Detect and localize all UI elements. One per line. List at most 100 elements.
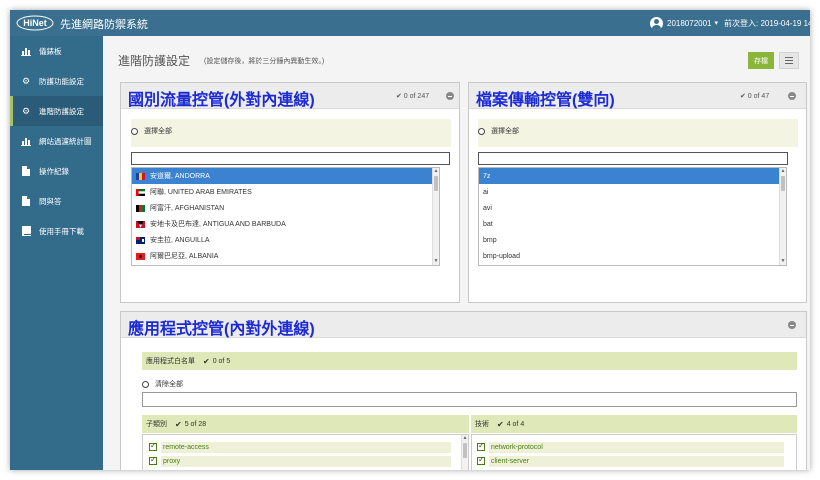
gear-icon: ⚙ [21,75,31,86]
list-item[interactable]: bmp [479,232,786,248]
scroll-down-icon[interactable]: ▼ [433,258,439,265]
clear-all-option[interactable]: 清除全部 [142,379,183,389]
technology-checkbox-row[interactable]: network-protocol [477,440,796,454]
list-item[interactable]: 7z [479,168,786,184]
sidebar-item-label: 網站過濾統計圖 [39,136,92,146]
list-item-label: bmp [483,236,497,244]
check-icon: ✔ [175,419,182,429]
flag-uae-icon [136,188,145,196]
sidebar-item-label: 使用手冊下載 [39,226,84,236]
listbox-scrollbar[interactable]: ▲ ▼ [779,168,786,265]
page-title: 進階防護設定 [118,54,191,68]
select-all-option[interactable]: 選擇全部 [131,126,172,136]
list-item-label: bmp-upload [483,252,520,260]
book-icon [21,226,31,236]
technology-list: network-protocol client-server peer-to-p… [471,434,797,470]
sidebar-item-advanced-settings[interactable]: ⚙ 進階防護設定 [10,96,103,126]
main-content: 進階防護設定 (設定儲存後，將於三分鐘內異動生效。) 存檔 國別流量控管(外對內… [103,36,810,470]
list-item[interactable]: bat [479,216,786,232]
listbox-scrollbar[interactable]: ▲ ▼ [432,168,439,265]
subcategory-checkbox-row[interactable]: remote-access [149,440,468,454]
application-control-panel: 應用程式控管(內對外連線) 應用程式白名單 ✔ 0 of 5 清除全部 子類別 … [120,311,807,470]
panel-header: 檔案傳輸控管(雙向) ✔ 0 of 47 [469,83,806,109]
list-item-label: 安地卡及巴布達, ANTIGUA AND BARBUDA [150,221,286,228]
list-item[interactable]: 安圭拉, ANGUILLA [132,232,439,248]
sidebar-item-label: 儀錶板 [39,46,62,56]
checkbox-checked-icon[interactable] [477,455,485,465]
user-menu[interactable]: 2018072001 ▾ 前次登入: 2019-04-19 14:03:18 [650,15,810,31]
list-item-label: bat [483,220,493,228]
technology-checkbox-row[interactable]: client-server [477,454,796,468]
checkbox-checked-icon[interactable] [477,441,485,451]
checkbox-checked-icon[interactable] [149,455,157,465]
whitelist-count: 0 of 5 [212,357,231,365]
collapse-icon[interactable] [788,321,796,329]
list-item[interactable]: ai [479,184,786,200]
list-item[interactable]: 阿聯, UNITED ARAB EMIRATES [132,184,439,200]
list-item[interactable]: 安道爾, ANDORRA [132,168,439,184]
check-icon: ✔ [497,419,504,429]
flag-albania-icon [136,252,145,260]
list-item[interactable]: bmp-upload [479,248,786,264]
sidebar-item-label: 進階防護設定 [39,106,84,116]
chevron-down-icon[interactable]: ▾ [715,19,719,27]
scroll-up-icon[interactable]: ▲ [433,168,439,175]
scroll-up-icon[interactable]: ▲ [462,435,468,442]
checkbox-checked-icon[interactable] [149,441,157,451]
technology-checkbox-row[interactable]: peer-to-peer [477,468,796,470]
list-item[interactable]: 阿富汗, AFGHANISTAN [132,200,439,216]
list-item[interactable]: avi [479,200,786,216]
flag-afghanistan-icon [136,204,145,212]
sidebar-item-protection-settings[interactable]: ⚙ 防護功能設定 [10,66,103,96]
file-type-listbox[interactable]: 7z ai avi bat bmp bmp-upload ▲ ▼ [478,167,787,266]
app-whitelist-bar[interactable]: 應用程式白名單 ✔ 0 of 5 [142,352,797,370]
scroll-up-icon[interactable]: ▲ [780,168,786,175]
list-item-label: avi [483,204,492,212]
subcategory-label: 子類別 [146,421,167,428]
country-search-input[interactable] [131,152,450,165]
file-search-input[interactable] [478,152,788,165]
flag-anguilla-icon [136,236,145,244]
technology-label: peer-to-peer [489,469,784,470]
list-item-label: 阿富汗, AFGHANISTAN [150,205,225,212]
subcategory-checkbox-row[interactable]: proxy [149,454,468,468]
select-all-label: 選擇全部 [491,128,519,135]
flag-antigua-icon [136,220,145,228]
sidebar-item-web-filter-stats[interactable]: 網站過濾統計圖 [10,126,103,156]
panel-header: 應用程式控管(內對外連線) [121,312,806,338]
list-item[interactable]: 安地卡及巴布達, ANTIGUA AND BARBUDA [132,216,439,232]
top-bar: HiNet 先進網路防禦系統 2018072001 ▾ 前次登入: 2019-0… [10,10,810,36]
subcategory-count: 5 of 28 [184,420,207,428]
list-menu-button[interactable] [779,52,799,69]
document-icon [21,166,31,176]
technology-label: client-server [489,455,784,467]
country-listbox[interactable]: 安道爾, ANDORRA 阿聯, UNITED ARAB EMIRATES 阿富… [131,167,440,266]
list-item-label: 阿爾巴尼亞, ALBANIA [150,253,219,260]
page-note: (設定儲存後，將於三分鐘內異動生效。) [204,58,325,65]
collapse-icon[interactable] [446,92,454,100]
sidebar-item-faq[interactable]: 問與答 [10,186,103,216]
flag-andorra-icon [136,172,145,180]
panel-title: 檔案傳輸控管(雙向) [476,92,615,109]
select-all-option[interactable]: 選擇全部 [478,126,519,136]
radio-icon [131,127,138,135]
app-window: HiNet 先進網路防禦系統 2018072001 ▾ 前次登入: 2019-0… [10,10,810,470]
sidebar-item-manual-download[interactable]: 使用手冊下載 [10,216,103,246]
sidebar: 儀錶板 ⚙ 防護功能設定 ⚙ 進階防護設定 網站過濾統計圖 操作紀錄 問與答 使… [10,36,103,470]
clear-all-label: 清除全部 [155,381,183,388]
last-login-time: 前次登入: 2019-04-19 14:03:18 [724,18,810,28]
subcategory-scrollbar[interactable]: ▲ [461,435,468,470]
app-search-input[interactable] [142,392,797,407]
subcategory-header[interactable]: 子類別 ✔ 5 of 28 [142,415,469,433]
technology-header[interactable]: 技術 ✔ 4 of 4 [471,415,797,433]
sidebar-item-dashboard[interactable]: 儀錶板 [10,36,103,66]
collapse-icon[interactable] [788,92,796,100]
hinet-logo: HiNet [16,15,54,31]
subcategory-checkbox-row[interactable]: encrypted-tunnel [149,468,468,470]
app-title: 先進網路防禦系統 [60,19,148,31]
document-icon [21,196,31,206]
save-button[interactable]: 存檔 [748,52,774,69]
list-item[interactable]: 阿爾巴尼亞, ALBANIA [132,248,439,264]
sidebar-item-operation-log[interactable]: 操作紀錄 [10,156,103,186]
scroll-down-icon[interactable]: ▼ [780,258,786,265]
